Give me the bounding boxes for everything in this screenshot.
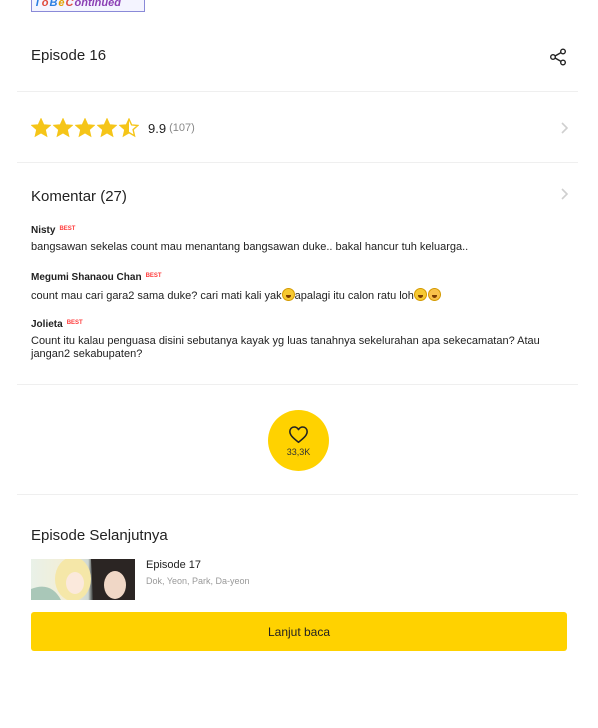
star-full-icon xyxy=(75,118,95,138)
comment-text: Count itu kalau penguasa disini sebutany… xyxy=(31,335,540,360)
shocked-emoji-icon xyxy=(427,288,441,301)
best-badge: BEST xyxy=(59,226,76,232)
continue-reading-button[interactable]: Lanjut baca xyxy=(31,612,567,651)
share-icon[interactable] xyxy=(549,48,567,66)
comments-title: Komentar (27) xyxy=(31,188,127,205)
divider xyxy=(17,494,578,495)
divider xyxy=(17,91,578,92)
comment-username[interactable]: Megumi Shanaou Chan xyxy=(31,272,142,284)
comment-item: Jolieta BEST Count itu kalau penguasa di… xyxy=(31,319,571,361)
comment-item: Megumi Shanaou Chan BEST count mau cari … xyxy=(31,272,571,303)
star-full-icon xyxy=(31,118,51,138)
next-episode-section-title: Episode Selanjutnya xyxy=(31,527,168,544)
rating-row[interactable]: 9.9 (107) xyxy=(31,117,195,139)
star-rating xyxy=(31,118,139,138)
next-episode-thumbnail[interactable] xyxy=(31,559,135,600)
chevron-right-icon[interactable] xyxy=(560,187,570,201)
star-half-icon xyxy=(119,118,139,138)
comment-text: bangsawan sekelas count mau menantang ba… xyxy=(31,241,469,253)
comment-text-part: apalagi itu calon ratu loh xyxy=(294,290,414,302)
chevron-right-icon[interactable] xyxy=(560,121,570,135)
divider xyxy=(17,162,578,163)
comment-item: Nisty BEST bangsawan sekelas count mau m… xyxy=(31,225,571,254)
like-button[interactable]: 33,3K xyxy=(268,410,329,471)
comment-username[interactable]: Jolieta xyxy=(31,319,63,331)
app-logo: To Be Continued xyxy=(31,0,145,12)
episode-title: Episode 16 xyxy=(31,47,107,64)
rating-count: (107) xyxy=(169,122,195,134)
laughing-emoji-icon xyxy=(281,288,295,301)
star-full-icon xyxy=(53,118,73,138)
laughing-emoji-icon xyxy=(413,288,427,301)
next-episode-authors: Dok, Yeon, Park, Da-yeon xyxy=(146,576,250,586)
comment-username[interactable]: Nisty xyxy=(31,225,55,237)
best-badge: BEST xyxy=(145,273,162,279)
like-count: 33,3K xyxy=(286,446,311,457)
rating-value: 9.9 xyxy=(148,120,167,136)
comment-text-part: count mau cari gara2 sama duke? cari mat… xyxy=(31,290,282,302)
heart-icon xyxy=(289,425,308,443)
star-full-icon xyxy=(97,118,117,138)
best-badge: BEST xyxy=(66,320,83,326)
comment-text: count mau cari gara2 sama duke? cari mat… xyxy=(31,288,571,303)
next-episode-title[interactable]: Episode 17 xyxy=(146,559,201,571)
divider xyxy=(17,384,578,385)
